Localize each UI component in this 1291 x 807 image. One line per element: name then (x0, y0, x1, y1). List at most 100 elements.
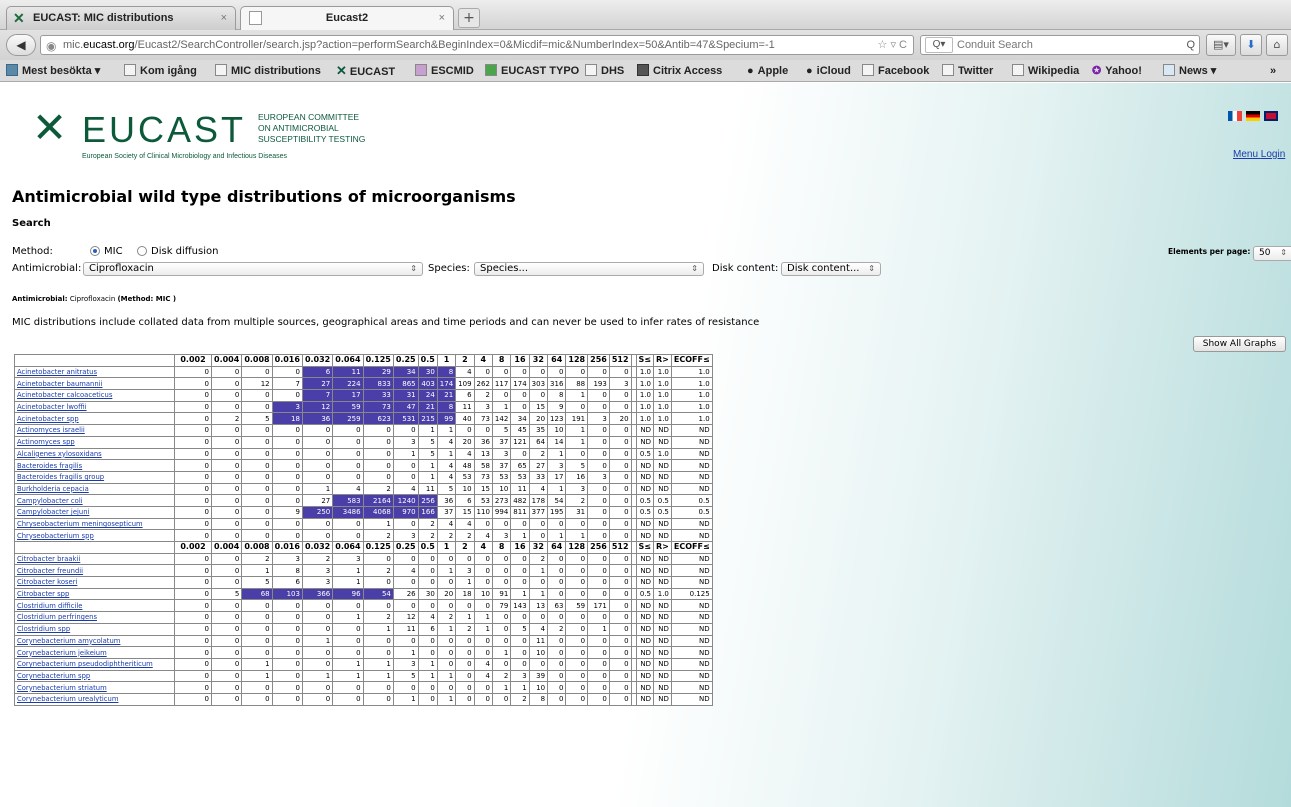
home-icon[interactable]: ⌂ (1266, 34, 1288, 56)
mic-count-cell: 1 (241, 657, 273, 671)
species-link[interactable]: Acinetobacter spp (14, 412, 175, 426)
bookmark-item[interactable]: Wikipedia (1012, 64, 1079, 78)
mic-count-cell: 171 (587, 599, 610, 613)
search-engine-icon[interactable]: Q▾ (925, 37, 953, 53)
species-link[interactable]: Corynebacterium striatum (14, 681, 175, 694)
species-link[interactable]: Campylobacter jejuni (14, 505, 175, 519)
method-mic-label[interactable]: MIC (104, 246, 123, 257)
breakpoint-cell: ND (670, 482, 713, 496)
species-link[interactable]: Burkholderia cepacia (14, 482, 175, 496)
tab-eucast2[interactable]: Eucast2 × (240, 6, 454, 30)
mic-count-cell: 0 (491, 611, 512, 624)
breakpoint-cell: 0.5 (670, 494, 713, 507)
mic-count-cell: 0 (241, 634, 273, 648)
species-link[interactable]: Citrobacter braakii (14, 552, 175, 566)
bookmark-item[interactable]: Twitter (942, 64, 993, 78)
mic-count-cell: 0 (241, 494, 273, 507)
bookmark-item[interactable]: Kom igång (124, 64, 197, 78)
species-link[interactable]: Citrobacter freundii (14, 564, 175, 578)
url-bar[interactable]: ◉ mic.eucast.org/Eucast2/SearchControlle… (40, 35, 914, 55)
species-link[interactable]: Bacteroides fragilis group (14, 470, 175, 484)
french-flag-icon[interactable] (1228, 111, 1242, 121)
species-link[interactable]: Acinetobacter lwoffii (14, 400, 175, 414)
bookmark-item[interactable]: Mest besökta ▾ (6, 64, 100, 78)
select-arrow-icon: ⇕ (868, 264, 875, 273)
login-link[interactable]: Login (1261, 149, 1285, 160)
mic-count-cell: 366 (301, 587, 334, 601)
species-link[interactable]: Acinetobacter anitratus (14, 365, 175, 379)
elements-per-page-select[interactable]: 50 ⇕ (1252, 246, 1291, 261)
mic-count-cell: 0 (608, 576, 632, 589)
species-link[interactable]: Corynebacterium jeikeium (14, 646, 175, 659)
browser-tab-bar: ✕ EUCAST: MIC distributions × Eucast2 × … (0, 0, 1291, 30)
bookmark-label: News ▾ (1179, 65, 1217, 77)
search-input[interactable]: Q▾ Conduit Search Q (920, 35, 1200, 55)
new-tab-button[interactable]: + (458, 8, 480, 28)
species-link[interactable]: Citrobacter koseri (14, 576, 175, 589)
close-icon[interactable]: × (221, 7, 227, 29)
menu-link[interactable]: Menu (1233, 149, 1258, 160)
mic-count-cell: 0 (174, 692, 212, 706)
mic-count-cell: 0 (528, 389, 549, 402)
breakpoint-cell: ND (635, 482, 655, 496)
back-button[interactable]: ◀ (6, 34, 36, 56)
german-flag-icon[interactable] (1246, 111, 1260, 121)
mic-count-cell: 88 (565, 377, 589, 391)
species-link[interactable]: Corynebacterium urealyticum (14, 692, 175, 706)
mic-count-cell: 4 (392, 564, 419, 578)
mic-count-cell: 0 (210, 564, 243, 578)
method-disk-radio[interactable] (137, 246, 147, 256)
search-icon[interactable]: Q (1186, 36, 1195, 54)
bookmark-item[interactable]: ● Apple (747, 64, 788, 78)
bookmark-item[interactable]: ● iCloud (806, 64, 851, 78)
tab-mic-distributions[interactable]: ✕ EUCAST: MIC distributions × (6, 6, 236, 30)
mic-count-cell: 0 (332, 424, 364, 437)
language-flags (1228, 111, 1288, 123)
species-link[interactable]: Actinomyces israelii (14, 424, 175, 437)
download-icon[interactable]: ⬇ (1240, 34, 1262, 56)
species-link[interactable]: Acinetobacter calcoaceticus (14, 389, 175, 402)
breakpoint-cell: ND (635, 552, 655, 566)
species-link[interactable]: Corynebacterium pseudodiphtheriticum (14, 657, 175, 671)
mic-count-cell: 0 (608, 494, 632, 507)
species-link[interactable]: Corynebacterium spp (14, 669, 175, 683)
url-controls[interactable]: ☆ ▿ C (878, 36, 907, 54)
antimicrobial-select[interactable]: Ciprofloxacin ⇕ (83, 262, 423, 276)
species-select[interactable]: Species... ⇕ (474, 262, 704, 276)
english-flag-icon[interactable] (1264, 111, 1278, 121)
species-link[interactable]: Chryseobacterium meningosepticum (14, 517, 175, 531)
table-row: Citrobacter braakii 0 0 2 3 2 3 0 0 0 0 0 0 0 0 2 0 0 0 0 ND… (14, 552, 713, 566)
bookmark-item[interactable]: ✪ Yahoo! (1092, 64, 1142, 78)
mic-count-cell: 0 (271, 435, 303, 449)
species-link[interactable]: Actinomyces spp (14, 435, 175, 449)
species-link[interactable]: Clostridium difficile (14, 599, 175, 613)
species-link[interactable]: Alcaligenes xylosoxidans (14, 447, 175, 461)
mic-count-cell: 0 (565, 447, 589, 461)
species-link[interactable]: Bacteroides fragilis (14, 459, 175, 472)
bookmark-item[interactable]: DHS (585, 64, 624, 78)
bookmark-item[interactable]: ✕ EUCAST (336, 64, 395, 79)
bookmarks-menu-button[interactable]: ▤▾ (1206, 34, 1236, 56)
bookmark-item[interactable]: Facebook (862, 64, 929, 78)
bookmark-item[interactable]: News ▾ (1163, 64, 1216, 78)
species-link[interactable]: Clostridium spp (14, 622, 175, 636)
table-row: Citrobacter freundii 0 0 1 8 3 1 2 4 0 1 3 0 0 0 1 0 0 0 0 N… (14, 564, 713, 578)
species-link[interactable]: Campylobacter coli (14, 494, 175, 507)
bookmark-item[interactable]: Citrix Access (637, 64, 722, 78)
bookmark-item[interactable]: EUCAST TYPO (485, 64, 579, 78)
show-all-graphs-button[interactable]: Show All Graphs (1193, 336, 1286, 352)
mic-count-cell: 31 (392, 389, 419, 402)
bookmark-item[interactable]: ESCMID (415, 64, 474, 78)
species-link[interactable]: Acinetobacter baumannii (14, 377, 175, 391)
species-link[interactable]: Clostridium perfringens (14, 611, 175, 624)
species-link[interactable]: Chryseobacterium spp (14, 529, 175, 542)
breakpoint-cell: 1.0 (653, 389, 672, 402)
method-mic-radio[interactable] (90, 246, 100, 256)
bookmarks-overflow-button[interactable]: » (1270, 64, 1276, 78)
bookmark-item[interactable]: MIC distributions (215, 64, 321, 78)
method-disk-label[interactable]: Disk diffusion (151, 246, 218, 257)
species-link[interactable]: Corynebacterium amycolatum (14, 634, 175, 648)
close-icon[interactable]: × (439, 7, 445, 29)
species-link[interactable]: Citrobacter spp (14, 587, 175, 601)
disk-content-select[interactable]: Disk content... ⇕ (781, 262, 881, 276)
